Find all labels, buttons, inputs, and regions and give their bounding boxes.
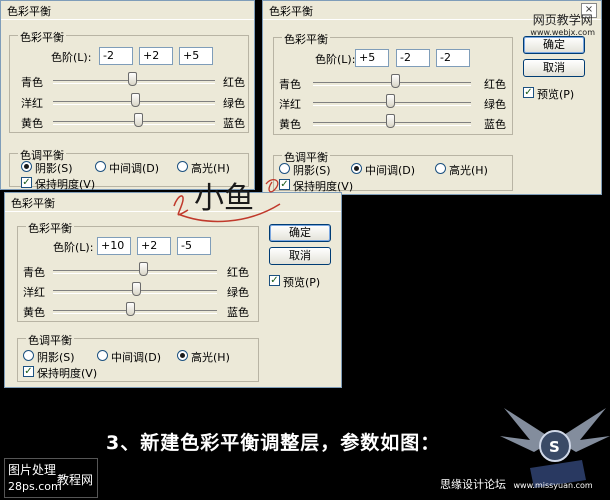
dialog-1-radio-midtones[interactable]: [95, 161, 106, 172]
color-balance-dialog-1: 色彩平衡 色彩平衡 色阶(L): -2 +2 +5 青色 红色 洋红 绿色 黄色…: [0, 0, 255, 191]
svg-text:S: S: [549, 438, 560, 456]
watermark-28ps-line3: 教程网: [57, 473, 94, 487]
dialog-3-level-yellow-blue[interactable]: -5: [177, 237, 211, 255]
watermark-missyuan-line1: 思缘设计论坛: [440, 478, 506, 491]
dialog-3-tone-group-label: 色调平衡: [26, 332, 74, 348]
dialog-3-levels-label: 色阶(L):: [53, 241, 94, 254]
signature-text: 小鱼: [194, 181, 254, 216]
dialog-2-radio-highlights[interactable]: [435, 163, 446, 174]
dialog-3-radio-highlights[interactable]: [177, 350, 188, 361]
dialog-2-slider-3-thumb[interactable]: [385, 114, 395, 128]
dialog-1-slider-1-thumb[interactable]: [127, 72, 137, 86]
dialog-3-slider-1-right: 红色: [227, 266, 249, 279]
dialog-1-level-magenta-green[interactable]: +2: [139, 47, 173, 65]
dialog-1-level-cyan-red[interactable]: -2: [99, 47, 133, 65]
dialog-1-slider-3-thumb[interactable]: [133, 113, 143, 127]
dialog-2-level-cyan-red[interactable]: +5: [355, 49, 389, 67]
dialog-3-slider-1-left: 青色: [23, 266, 45, 279]
dialog-2-slider-3-right: 蓝色: [484, 118, 506, 131]
dialog-3-preview-checkbox[interactable]: ✓: [269, 275, 280, 286]
dialog-2-balance-group-label: 色彩平衡: [282, 31, 330, 47]
dialog-3-title: 色彩平衡: [11, 197, 55, 210]
dialog-1-levels-label: 色阶(L):: [51, 51, 92, 64]
dialog-3-balance-group-label: 色彩平衡: [26, 220, 74, 236]
watermark-28ps: 图片处理 28ps.com 教程网: [4, 458, 98, 498]
dialog-2-slider-2-left: 洋红: [279, 98, 301, 111]
dialog-2-level-yellow-blue[interactable]: -2: [436, 49, 470, 67]
dialog-2-label-shadows: 阴影(S): [293, 164, 331, 177]
caption-text: 3、新建色彩平衡调整层，参数如图：: [106, 432, 441, 454]
dialog-1-preserve-checkbox[interactable]: ✓: [21, 177, 32, 188]
dialog-3-level-cyan-red[interactable]: +10: [97, 237, 131, 255]
dialog-3-preserve-label: 保持明度(V): [37, 367, 98, 380]
dialog-1-balance-group-label: 色彩平衡: [18, 29, 66, 45]
dialog-3-slider-3-right: 蓝色: [227, 306, 249, 319]
dialog-1-label-shadows: 阴影(S): [35, 162, 73, 175]
dialog-1-slider-1-right: 红色: [223, 76, 245, 89]
dialog-3-slider-2-right: 绿色: [227, 286, 249, 299]
dialog-3-preserve-checkbox[interactable]: ✓: [23, 366, 34, 377]
dialog-2-slider-1-left: 青色: [279, 78, 301, 91]
color-balance-dialog-2: 色彩平衡 × 网页教学网 www.webjx.com 色彩平衡 色阶(L): +…: [262, 0, 602, 195]
watermark-28ps-line1: 图片处理: [8, 463, 57, 477]
dialog-2-ok-button[interactable]: 确定: [523, 36, 585, 54]
dialog-2-label-midtones: 中间调(D): [365, 164, 416, 177]
dialog-2-slider-2-thumb[interactable]: [385, 94, 395, 108]
dialog-2-label-highlights: 高光(H): [449, 164, 488, 177]
dialog-3-preview-label: 预览(P): [283, 276, 321, 289]
dialog-1-radio-shadows[interactable]: [21, 161, 32, 172]
dialog-1-slider-2-left: 洋红: [21, 97, 43, 110]
watermark-missyuan: 思缘设计论坛 www.missyuan.com: [440, 476, 593, 492]
dialog-1-preserve-label: 保持明度(V): [35, 178, 96, 191]
dialog-3-slider-2-left: 洋红: [23, 286, 45, 299]
watermark-webjx-line1: 网页教学网: [532, 13, 593, 27]
dialog-1-label-midtones: 中间调(D): [109, 162, 160, 175]
dialog-2-slider-1-right: 红色: [484, 78, 506, 91]
dialog-3-radio-shadows[interactable]: [23, 350, 34, 361]
watermark-webjx: 网页教学网 www.webjx.com: [530, 11, 595, 37]
dialog-1-slider-2-thumb[interactable]: [131, 93, 141, 107]
dialog-3-slider-1-track[interactable]: [53, 270, 217, 274]
dialog-3-radio-midtones[interactable]: [97, 350, 108, 361]
dialog-1-slider-3-left: 黄色: [21, 117, 43, 130]
dialog-2-level-magenta-green[interactable]: -2: [396, 49, 430, 67]
dialog-3-label-shadows: 阴影(S): [37, 351, 75, 364]
dialog-3-cancel-button[interactable]: 取消: [269, 247, 331, 265]
dialog-3-label-highlights: 高光(H): [191, 351, 230, 364]
dialog-2-cancel-button[interactable]: 取消: [523, 59, 585, 77]
dialog-2-preview-label: 预览(P): [537, 88, 575, 101]
dialog-1-title: 色彩平衡: [7, 5, 51, 18]
dialog-2-preview-checkbox[interactable]: ✓: [523, 87, 534, 98]
dialog-1-level-yellow-blue[interactable]: +5: [179, 47, 213, 65]
signature-graphic: 小鱼: [173, 178, 281, 223]
dialog-3-slider-1-thumb[interactable]: [138, 262, 148, 276]
dialog-1-titlebar[interactable]: 色彩平衡: [1, 1, 254, 20]
dialog-3-level-magenta-green[interactable]: +2: [137, 237, 171, 255]
dialog-3-label-midtones: 中间调(D): [111, 351, 162, 364]
dialog-2-slider-2-right: 绿色: [484, 98, 506, 111]
dialog-2-slider-3-left: 黄色: [279, 118, 301, 131]
dialog-3-slider-3-left: 黄色: [23, 306, 45, 319]
dialog-3-ok-button[interactable]: 确定: [269, 224, 331, 242]
dialog-1-slider-2-right: 绿色: [223, 97, 245, 110]
dialog-3-slider-2-thumb[interactable]: [132, 282, 142, 296]
dialog-1-slider-3-right: 蓝色: [223, 117, 245, 130]
dialog-2-levels-label: 色阶(L):: [315, 53, 356, 66]
dialog-1-slider-1-left: 青色: [21, 76, 43, 89]
dialog-3-slider-3-thumb[interactable]: [126, 302, 136, 316]
watermark-missyuan-line2: www.missyuan.com: [513, 481, 593, 490]
dialog-2-slider-1-thumb[interactable]: [391, 74, 401, 88]
dialog-2-radio-midtones[interactable]: [351, 163, 362, 174]
dialog-2-title: 色彩平衡: [269, 5, 313, 18]
watermark-28ps-line2: 28ps.com: [8, 480, 62, 493]
